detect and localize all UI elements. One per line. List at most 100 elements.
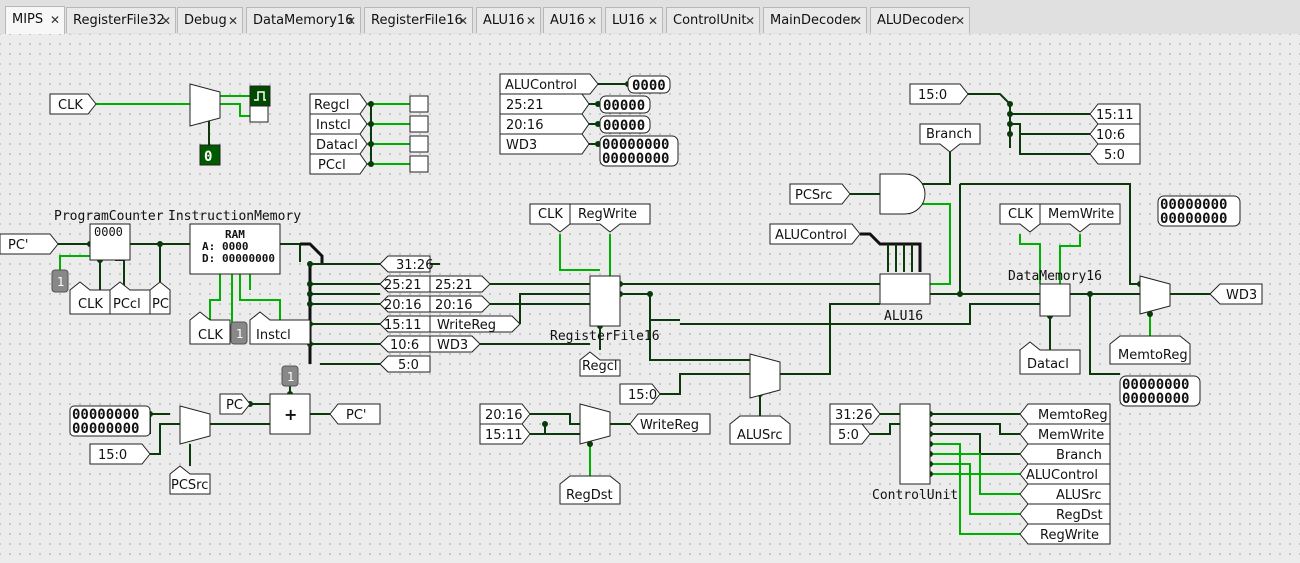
tab-label: RegisterFile32 bbox=[73, 13, 165, 28]
tab-alu16[interactable]: ALU16 ✕ bbox=[476, 7, 541, 33]
tab-datamemory16[interactable]: DataMemory16 ✕ bbox=[246, 7, 361, 33]
counter-value: 0 bbox=[204, 149, 212, 165]
pin-label: 25:21 bbox=[506, 98, 543, 113]
circuit-canvas[interactable]: .w{stroke:#0a3a0a;stroke-width:2;fill:no… bbox=[0, 34, 1300, 563]
tab-controlunit[interactable]: ControlUnit ✕ bbox=[666, 7, 760, 33]
tab-label: DataMemory16 bbox=[253, 13, 354, 28]
svg-text:ALUSrc: ALUSrc bbox=[1056, 488, 1101, 503]
tab-registerfile32[interactable]: RegisterFile32 ✕ bbox=[66, 7, 176, 33]
datamemory16[interactable] bbox=[1039, 283, 1071, 317]
regdst-mux bbox=[579, 403, 611, 445]
svg-text:5:0: 5:0 bbox=[398, 358, 419, 373]
registerfile-label: RegisterFile16 bbox=[550, 329, 660, 344]
close-icon[interactable]: ✕ bbox=[526, 8, 536, 34]
probe-value: 00000000 bbox=[1160, 211, 1227, 227]
alu16[interactable] bbox=[879, 273, 931, 305]
svg-text:MemtoReg: MemtoReg bbox=[1038, 408, 1108, 423]
svg-text:Branch: Branch bbox=[1056, 448, 1102, 463]
tab-aludecoder[interactable]: ALUDecoder ✕ bbox=[870, 7, 970, 33]
programcounter-label: ProgramCounter bbox=[54, 209, 164, 224]
pcsrc-bottom-pin: PCSrc bbox=[169, 465, 211, 495]
close-icon[interactable]: ✕ bbox=[50, 7, 60, 33]
datacl-pin[interactable]: Datacl bbox=[309, 133, 368, 155]
dm-clk-memwrite-pin: CLK MemWrite bbox=[999, 203, 1121, 233]
close-icon[interactable]: ✕ bbox=[955, 8, 965, 34]
memtoreg-pin: MemtoReg bbox=[1109, 335, 1191, 365]
svg-text:5:0: 5:0 bbox=[1104, 148, 1125, 163]
and-gate bbox=[879, 173, 926, 215]
svg-text:15:11: 15:11 bbox=[1096, 108, 1133, 123]
svg-text:RegDst: RegDst bbox=[566, 488, 613, 503]
cu-50-pin: 5:0 bbox=[829, 423, 871, 445]
close-icon[interactable]: ✕ bbox=[228, 8, 238, 34]
close-icon[interactable]: ✕ bbox=[648, 8, 658, 34]
tab-label: LU16 bbox=[612, 13, 645, 28]
tab-au16[interactable]: AU16 ✕ bbox=[543, 7, 602, 33]
splitter-out-pins: 15:11 10:6 5:0 bbox=[1089, 103, 1141, 165]
svg-text:PC': PC' bbox=[346, 408, 367, 423]
close-icon[interactable]: ✕ bbox=[852, 8, 862, 34]
clear-buttons[interactable] bbox=[409, 95, 429, 173]
svg-text:ALUSrc: ALUSrc bbox=[737, 428, 782, 443]
svg-text:WriteReg: WriteReg bbox=[437, 318, 496, 333]
tab-registerfile16[interactable]: RegisterFile16 ✕ bbox=[364, 7, 473, 33]
probe-value: 00000 bbox=[603, 98, 645, 114]
const-value: 1 bbox=[236, 327, 244, 341]
pin-label: Instcl bbox=[256, 328, 291, 343]
svg-text:WD3: WD3 bbox=[1226, 288, 1257, 303]
const-value: 1 bbox=[57, 275, 65, 289]
close-icon[interactable]: ✕ bbox=[745, 8, 755, 34]
registerfile16[interactable] bbox=[589, 275, 621, 327]
svg-text:RegWrite: RegWrite bbox=[578, 207, 637, 222]
splitter-input-pin: 15:0 bbox=[909, 83, 969, 105]
svg-text:CLK: CLK bbox=[538, 207, 563, 222]
probe-value: 0000 bbox=[632, 78, 666, 94]
clock-led[interactable] bbox=[249, 85, 271, 107]
regcl-pin[interactable]: Regcl bbox=[309, 93, 368, 115]
pccl-pin[interactable]: PCcl bbox=[309, 153, 368, 175]
svg-text:PC: PC bbox=[226, 398, 243, 413]
tab-label: ControlUnit bbox=[673, 13, 747, 28]
tab-mips[interactable]: MIPS ✕ bbox=[5, 6, 65, 34]
svg-text:15:0: 15:0 bbox=[918, 88, 947, 103]
pc-value: 0000 bbox=[94, 225, 123, 239]
pin-label: PCcl bbox=[113, 297, 141, 312]
svg-text:MemtoReg: MemtoReg bbox=[1118, 348, 1188, 363]
wd3-output-pin: WD3 bbox=[1209, 283, 1263, 305]
wd3-probe-pin: WD3 bbox=[499, 133, 590, 155]
writereg-out-pin: WriteReg bbox=[629, 413, 711, 435]
pc-prime-input-pin[interactable]: PC' bbox=[0, 233, 59, 255]
regdst-pin: RegDst bbox=[559, 475, 621, 505]
svg-text:MemWrite: MemWrite bbox=[1038, 428, 1104, 443]
svg-text:RegDst: RegDst bbox=[1056, 508, 1103, 523]
pin-label: ALUControl bbox=[505, 78, 577, 93]
close-icon[interactable]: ✕ bbox=[587, 8, 597, 34]
probe-value: 00000 bbox=[603, 118, 645, 134]
pc-pc-pin: PC bbox=[149, 281, 171, 315]
svg-text:MemWrite: MemWrite bbox=[1048, 207, 1114, 222]
clk-input-pin[interactable]: CLK bbox=[49, 93, 97, 115]
close-icon[interactable]: ✕ bbox=[458, 8, 468, 34]
pin-label: Instcl bbox=[316, 118, 351, 133]
tab-debug[interactable]: Debug ✕ bbox=[177, 7, 243, 33]
tab-maindecoder[interactable]: MainDecoder ✕ bbox=[763, 7, 867, 33]
rf-regcl-pin: Regcl bbox=[579, 351, 621, 377]
probe-value: 00000000 bbox=[1122, 391, 1189, 407]
close-icon[interactable]: ✕ bbox=[161, 8, 171, 34]
close-icon[interactable]: ✕ bbox=[346, 8, 356, 34]
ram-data: 00000000 bbox=[222, 252, 275, 265]
probe-value: 00000000 bbox=[602, 151, 669, 167]
datamemory-label: DataMemory16 bbox=[1008, 269, 1102, 284]
writereg-2016-pin: 20:16 bbox=[479, 403, 531, 425]
svg-text:ALUControl: ALUControl bbox=[775, 228, 847, 243]
instcl-pin[interactable]: Instcl bbox=[309, 113, 368, 135]
alucontrol-probe-pin: ALUControl bbox=[499, 73, 599, 95]
svg-text:15:11: 15:11 bbox=[485, 428, 522, 443]
tunnel-pins: 25:21 20:16 WriteReg WD3 bbox=[429, 275, 521, 353]
tab-lu16[interactable]: LU16 ✕ bbox=[605, 7, 663, 33]
svg-text:15:11: 15:11 bbox=[384, 318, 421, 333]
pin-label: WD3 bbox=[506, 138, 537, 153]
controlunit[interactable] bbox=[899, 403, 931, 485]
controlunit-label: ControlUnit bbox=[872, 488, 958, 503]
clock-button[interactable] bbox=[249, 105, 269, 123]
